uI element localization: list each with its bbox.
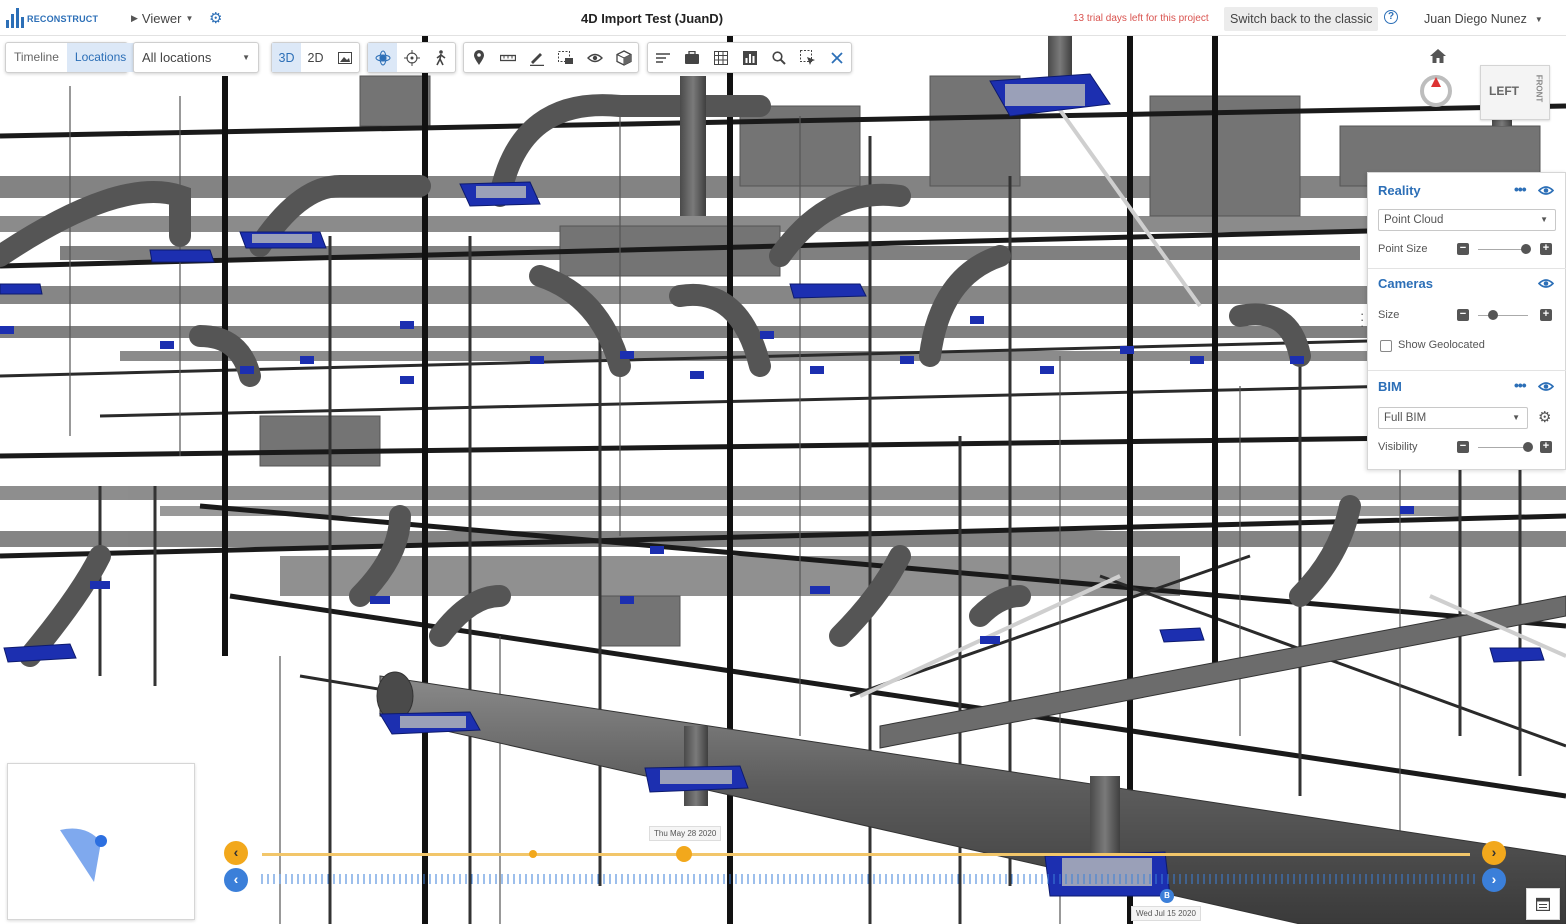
timeline: ‹ Thu May 28 2020 › ‹ B Wed Jul 15 2020 …	[220, 820, 1520, 924]
calendar-button[interactable]	[1526, 888, 1560, 920]
help-icon[interactable]: ?	[1384, 10, 1398, 24]
mode-toggle: Timeline Locations	[5, 42, 135, 73]
camera-frame-icon[interactable]	[551, 43, 580, 72]
navigation-tools	[367, 42, 456, 73]
bim-3d-viewport[interactable]	[0, 36, 1566, 924]
drag-handle-icon[interactable]: · · ·	[1360, 307, 1364, 332]
view-mode-group: 3D 2D	[271, 42, 360, 73]
compare-timeline-ticks[interactable]	[260, 873, 1480, 885]
reality-type-value: Point Cloud	[1384, 214, 1444, 226]
annotation-tools	[463, 42, 639, 73]
select-icon[interactable]	[793, 43, 822, 72]
visibility-slider-knob[interactable]	[1523, 442, 1533, 452]
tab-timeline[interactable]: Timeline	[6, 43, 67, 72]
camera-size-label: Size	[1378, 309, 1400, 321]
more-options-icon[interactable]: •••	[1514, 377, 1527, 393]
chevron-down-icon: ▼	[1540, 215, 1548, 224]
box-icon[interactable]	[609, 43, 638, 72]
compare-prev-button[interactable]: ‹	[224, 868, 248, 892]
locations-dropdown-value: All locations	[142, 50, 212, 65]
compare-marker[interactable]: B	[1160, 889, 1174, 903]
briefcase-icon[interactable]	[677, 43, 706, 72]
gear-icon[interactable]: ⚙	[1538, 408, 1551, 426]
camera-direction-indicator	[60, 828, 107, 882]
timeline-event-dot[interactable]	[529, 850, 537, 858]
visibility-slider[interactable]	[1478, 447, 1528, 448]
pin-icon[interactable]	[464, 43, 493, 72]
walk-icon[interactable]	[426, 43, 455, 72]
cube-face-front[interactable]: FRONT	[1534, 75, 1543, 103]
data-tools	[647, 42, 852, 73]
view-cube[interactable]: LEFT FRONT	[1420, 45, 1560, 125]
increase-camera-size-button[interactable]: +	[1540, 309, 1552, 321]
eye-icon[interactable]	[580, 43, 609, 72]
trial-notice: 13 trial days left for this project	[1073, 13, 1209, 24]
camera-size-slider-knob[interactable]	[1488, 310, 1498, 320]
user-name: Juan Diego Nunez	[1424, 12, 1527, 26]
list-icon[interactable]	[648, 43, 677, 72]
top-header: RECONSTRUCT ▶ Viewer ▼ ⚙ 4D Import Test …	[0, 0, 1566, 36]
close-icon[interactable]	[822, 43, 851, 72]
cube-face-left[interactable]: LEFT	[1489, 84, 1519, 98]
minimap[interactable]	[7, 763, 195, 920]
compare-next-button[interactable]: ›	[1482, 868, 1506, 892]
crosshair-icon[interactable]	[397, 43, 426, 72]
eye-icon[interactable]	[1538, 185, 1554, 196]
reality-section-title: Reality	[1378, 183, 1421, 198]
compare-date: Wed Jul 15 2020	[1131, 906, 1201, 921]
grid-icon[interactable]	[706, 43, 735, 72]
more-options-icon[interactable]: •••	[1514, 181, 1527, 197]
tab-locations[interactable]: Locations	[66, 43, 135, 72]
timeline-next-button[interactable]: ›	[1482, 841, 1506, 865]
chart-icon[interactable]	[735, 43, 764, 72]
orbit-icon[interactable]	[368, 43, 397, 72]
decrease-point-size-button[interactable]: −	[1457, 243, 1469, 255]
timeline-prev-button[interactable]: ‹	[224, 841, 248, 865]
view-3d-button[interactable]: 3D	[272, 43, 301, 72]
point-size-label: Point Size	[1378, 243, 1428, 255]
image-icon[interactable]	[330, 43, 359, 72]
bim-type-value: Full BIM	[1384, 412, 1427, 424]
increase-visibility-button[interactable]: +	[1540, 441, 1552, 453]
compass-north-icon	[1431, 77, 1441, 87]
layers-panel: · · · Reality ••• Point Cloud ▼ Point Size…	[1360, 172, 1566, 470]
reality-type-select[interactable]: Point Cloud ▼	[1378, 209, 1556, 231]
chevron-down-icon: ▼	[1512, 413, 1520, 422]
timeline-track[interactable]	[262, 853, 1470, 856]
show-geolocated-label: Show Geolocated	[1398, 339, 1485, 351]
view-2d-button[interactable]: 2D	[301, 43, 330, 72]
switch-classic-button[interactable]: Switch back to the classic	[1224, 7, 1379, 31]
timeline-current-date: Thu May 28 2020	[649, 826, 722, 841]
increase-point-size-button[interactable]: +	[1540, 243, 1552, 255]
pencil-icon[interactable]	[522, 43, 551, 72]
bim-section-title: BIM	[1378, 379, 1402, 394]
locations-dropdown[interactable]: All locations ▼	[133, 42, 259, 73]
home-icon[interactable]	[1430, 49, 1446, 68]
view-cube-box[interactable]: LEFT FRONT	[1480, 65, 1550, 120]
decrease-visibility-button[interactable]: −	[1457, 441, 1469, 453]
eye-icon[interactable]	[1538, 381, 1554, 392]
show-geolocated-checkbox[interactable]	[1380, 340, 1392, 352]
calendar-icon	[1536, 897, 1550, 911]
camera-size-slider[interactable]	[1478, 315, 1528, 316]
eye-icon[interactable]	[1538, 278, 1554, 289]
timeline-current-handle[interactable]	[676, 846, 692, 862]
section-divider	[1368, 370, 1566, 371]
chevron-down-icon: ▼	[1534, 14, 1543, 24]
decrease-camera-size-button[interactable]: −	[1457, 309, 1469, 321]
user-menu[interactable]: Juan Diego Nunez ▼	[1424, 12, 1543, 26]
visibility-label: Visibility	[1378, 441, 1418, 453]
cameras-section-title: Cameras	[1378, 276, 1433, 291]
search-icon[interactable]	[764, 43, 793, 72]
point-size-slider-knob[interactable]	[1520, 244, 1531, 254]
chevron-down-icon: ▼	[242, 53, 250, 62]
section-divider	[1368, 268, 1566, 269]
bim-type-select[interactable]: Full BIM ▼	[1378, 407, 1528, 429]
measure-icon[interactable]	[493, 43, 522, 72]
bim-model-render	[0, 36, 1566, 924]
